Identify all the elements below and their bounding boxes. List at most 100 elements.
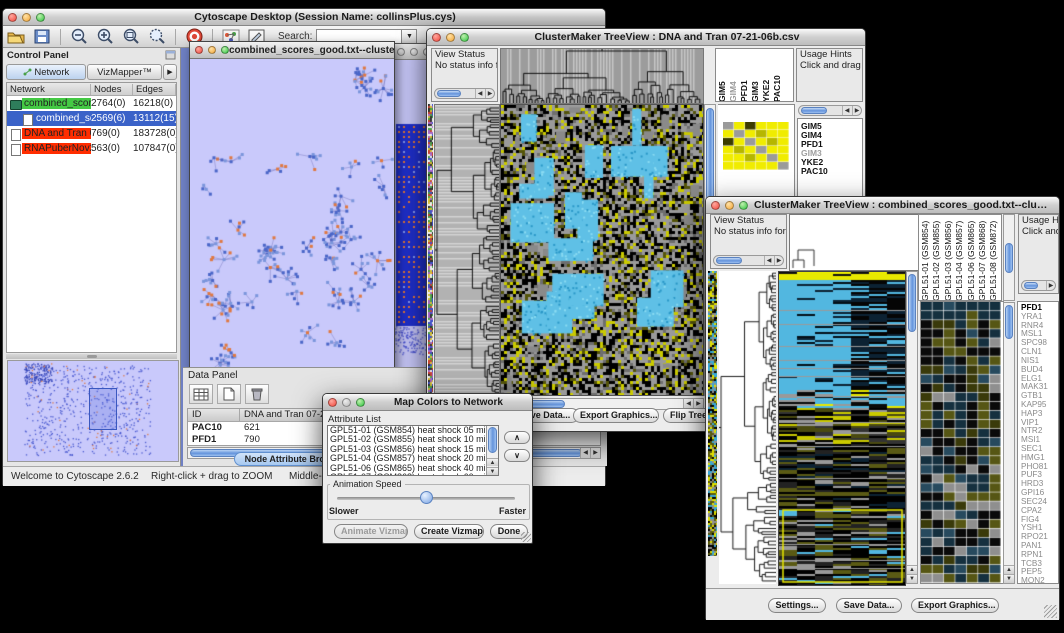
scroll-up-icon[interactable]: ▲ xyxy=(1004,565,1014,574)
float-panel-icon[interactable] xyxy=(165,50,176,60)
minimize-icon[interactable] xyxy=(342,398,351,407)
animate-vizmap-button[interactable]: Animate Vizmap xyxy=(334,524,408,539)
resize-grip[interactable] xyxy=(521,532,531,542)
zoom-window-icon[interactable] xyxy=(739,201,748,210)
dialog-titlebar[interactable]: Map Colors to Network xyxy=(323,394,532,411)
tv1-heatmap[interactable] xyxy=(500,104,704,396)
tv2-global-strip[interactable] xyxy=(708,271,717,556)
network-row[interactable]: DNA and Tran 07 769(0) 183728(0) xyxy=(7,126,176,141)
view-status-scrollbar[interactable]: ◀▶ xyxy=(713,255,784,266)
network-row[interactable]: combined_scores 2764(0) 16218(0) xyxy=(7,96,176,111)
control-panel: Control Panel Network VizMapper™ ▶ Netwo… xyxy=(3,48,181,466)
network-row[interactable]: RNAPuberNov2+ 563(0) 107847(0) xyxy=(7,141,176,156)
column-label: GIM5 xyxy=(718,50,729,102)
zoom-fit-icon[interactable] xyxy=(118,27,144,47)
gene-label[interactable]: PAC10 xyxy=(801,167,862,176)
tv1-export-graphics-button[interactable]: Export Graphics... xyxy=(573,408,659,423)
scroll-down-icon[interactable]: ▼ xyxy=(487,467,498,475)
network-edges-count: 107847(0) xyxy=(133,143,176,154)
network-window-1-titlebar[interactable]: combined_scores_good.txt--cluste... xyxy=(190,42,394,59)
scroll-left-icon[interactable]: ◀ xyxy=(580,448,590,458)
save-icon[interactable] xyxy=(29,27,55,47)
scroll-down-icon[interactable]: ▼ xyxy=(1004,574,1014,583)
network-window-1[interactable]: combined_scores_good.txt--cluste... xyxy=(189,41,395,375)
attribute-listbox[interactable]: GPL51-01 (GSM854) heat shock 05 minGPL51… xyxy=(327,425,499,476)
close-icon[interactable] xyxy=(8,13,17,22)
network-nodes-count: 2764(0) xyxy=(91,98,133,109)
minimize-icon[interactable] xyxy=(208,46,216,54)
zoom-window-icon[interactable] xyxy=(460,33,469,42)
control-panel-title: Control Panel xyxy=(7,50,69,60)
panel-splitter[interactable] xyxy=(6,354,177,359)
minimize-icon[interactable] xyxy=(725,201,734,210)
usage-hints-title: Usage Hints xyxy=(1019,215,1058,226)
attribute-table-icon[interactable] xyxy=(189,384,213,404)
column-label: GPL51-08 (GSM872) xyxy=(989,216,1000,301)
zoom-window-icon[interactable] xyxy=(356,398,365,407)
treeview1-titlebar[interactable]: ClusterMaker TreeView : DNA and Tran 07-… xyxy=(427,29,865,46)
close-icon[interactable] xyxy=(328,398,337,407)
delete-attribute-icon[interactable] xyxy=(245,384,269,404)
new-attribute-icon[interactable] xyxy=(217,384,241,404)
network-name: RNAPuberNov2+ xyxy=(22,143,91,154)
gene-label[interactable]: MON2 xyxy=(1021,577,1058,584)
search-dropdown-icon[interactable]: ▼ xyxy=(402,29,417,44)
zoom-window-icon[interactable] xyxy=(36,13,45,22)
tv1-mini-heatmap[interactable] xyxy=(723,122,789,170)
tv2-view-status-panel: View Status No status info for ◀▶ xyxy=(710,214,787,269)
tab-vizmapper[interactable]: VizMapper™ xyxy=(87,64,162,80)
column-label: GPL51-07 (GSM868) xyxy=(978,216,989,301)
attribute-list-vscrollbar[interactable]: ▲ ▼ xyxy=(486,426,498,475)
resize-grip[interactable] xyxy=(1044,605,1057,618)
usage-hints-scrollbar[interactable]: ▶ xyxy=(1021,280,1056,291)
zoom-in-icon[interactable] xyxy=(92,27,118,47)
scroll-up-icon[interactable]: ▲ xyxy=(907,565,917,574)
move-down-button[interactable]: ∨ xyxy=(504,449,530,462)
tv2-row-dendrogram[interactable] xyxy=(719,271,776,584)
zoom-out-icon[interactable] xyxy=(66,27,92,47)
view-status-scrollbar[interactable]: ◀▶ xyxy=(434,88,495,99)
network-view-1-canvas[interactable] xyxy=(190,59,394,374)
zoom-window-icon[interactable] xyxy=(221,46,229,54)
scroll-down-icon[interactable]: ▼ xyxy=(907,574,917,583)
tv1-global-strip[interactable] xyxy=(428,104,433,394)
tv2-collabel-vscrollbar[interactable] xyxy=(1003,214,1015,301)
tv1-row-dendrogram[interactable] xyxy=(434,104,500,396)
network-table-header[interactable]: Network Nodes Edges xyxy=(7,83,176,96)
tv2-settings-button[interactable]: Settings... xyxy=(768,598,826,613)
close-icon[interactable] xyxy=(711,201,720,210)
move-up-button[interactable]: ∧ xyxy=(504,431,530,444)
create-vizmap-button[interactable]: Create Vizmap xyxy=(414,524,484,539)
close-icon[interactable] xyxy=(195,46,203,54)
tv1-label-hscrollbar[interactable]: ◀▶ xyxy=(798,105,862,116)
tv2-heatmap[interactable] xyxy=(778,271,906,586)
network-table-rows: combined_scores 2764(0) 16218(0) combine… xyxy=(7,96,176,156)
status-hint-zoom: Right-click + drag to ZOOM xyxy=(151,471,272,482)
main-titlebar[interactable]: Cytoscape Desktop (Session Name: collins… xyxy=(3,9,605,26)
network-row[interactable]: combined_sco 2569(6) 13112(15) xyxy=(7,111,176,126)
zoom-selected-icon[interactable] xyxy=(144,27,170,47)
speed-slider-thumb[interactable] xyxy=(420,491,433,504)
minimize-icon[interactable] xyxy=(410,48,418,56)
toolbar-separator xyxy=(175,29,176,45)
tv2-zoom-heatmap[interactable] xyxy=(921,302,1001,583)
open-file-icon[interactable] xyxy=(3,27,29,47)
scroll-right-icon[interactable]: ▶ xyxy=(590,448,600,458)
tv1-column-dendrogram[interactable] xyxy=(500,48,704,104)
tv2-save-data-button[interactable]: Save Data... xyxy=(836,598,902,613)
tv2-export-graphics-button[interactable]: Export Graphics... xyxy=(911,598,999,613)
treeview2-titlebar[interactable]: ClusterMaker TreeView : combined_scores_… xyxy=(706,197,1059,214)
column-label: GPL51-03 (GSM856) xyxy=(944,216,955,301)
minimize-icon[interactable] xyxy=(446,33,455,42)
attribute-item[interactable]: GPL51-07 (GSM868) heat shock 60 min xyxy=(328,473,498,476)
close-icon[interactable] xyxy=(432,33,441,42)
tab-network[interactable]: Network xyxy=(6,64,86,80)
tv2-zoom-vscrollbar[interactable]: ▲ ▼ xyxy=(1003,302,1015,584)
tv2-heatmap-vscrollbar[interactable]: ▲ ▼ xyxy=(906,271,918,584)
tv2-column-dendrogram[interactable] xyxy=(789,214,919,271)
scroll-up-icon[interactable]: ▲ xyxy=(487,458,498,466)
close-icon[interactable] xyxy=(397,48,405,56)
tab-overflow-icon[interactable]: ▶ xyxy=(163,64,177,80)
minimize-icon[interactable] xyxy=(22,13,31,22)
overview-viewport-rect[interactable] xyxy=(89,388,117,430)
